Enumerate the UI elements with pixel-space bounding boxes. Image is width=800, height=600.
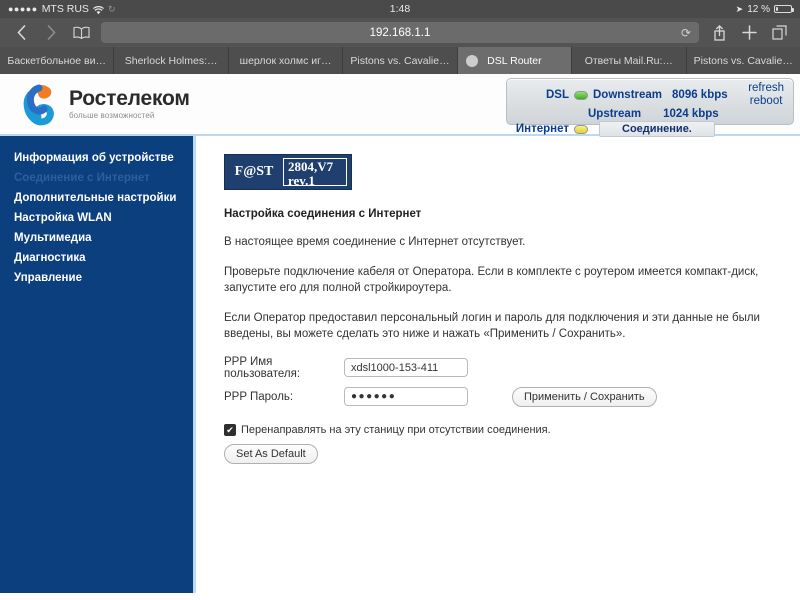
tab-label: Sherlock Holmes:… [124,54,218,67]
router-page: Ростелеком больше возможностей DSL Downs… [0,74,800,595]
model-badge: F@ST 2804,V7 rev.1 [224,154,352,190]
browser-tab-active[interactable]: close-icon DSL Router [457,47,573,74]
downstream-label: Downstream [593,89,663,101]
credentials-form: PPP Имя пользователя: PPP Пароль: ●●●●●●… [224,356,782,408]
tab-label: Баскетбольное ви… [7,54,106,67]
credentials-paragraph: Если Оператор предоставил персональный л… [224,312,760,340]
sidebar-item-advanced-settings[interactable]: Дополнительные настройки [14,188,193,208]
upstream-label: Upstream [588,108,642,120]
router-header: Ростелеком больше возможностей DSL Downs… [0,74,800,137]
browser-toolbar: 192.168.1.1 ⟳ [0,18,800,47]
dsl-led-icon [574,90,588,100]
set-as-default-button[interactable]: Set As Default [224,444,318,464]
back-button[interactable] [7,21,35,45]
upstream-value: 1024 kbps [663,108,719,120]
brand-text: Ростелеком больше возможностей [69,88,190,120]
brand-tagline: больше возможностей [69,111,155,120]
browser-tab[interactable]: Ответы Mail.Ru:… [572,47,687,74]
redirect-checkbox-row: ✔ Перенаправлять на эту станицу при отсу… [224,424,782,436]
sidebar-item-diagnostics[interactable]: Диагностика [14,248,193,268]
battery-percent-label: 12 % [747,3,770,15]
username-label: PPP Имя пользователя: [224,355,301,380]
instructions-paragraph: Проверьте подключение кабеля от Оператор… [224,266,759,294]
url-text: 192.168.1.1 [369,26,431,39]
tab-strip: Баскетбольное ви… Sherlock Holmes:… шерл… [0,47,800,74]
forward-button[interactable] [37,21,65,45]
redirect-checkbox-label: Перенаправлять на эту станицу при отсутс… [241,424,551,436]
tab-label: DSL Router [487,54,542,67]
browser-tab[interactable]: Баскетбольное ви… [0,47,115,74]
clock-label: 1:48 [389,3,411,15]
internet-led-icon [574,124,588,134]
username-row: PPP Имя пользователя: [224,355,782,380]
internet-label: Интернет [515,123,569,135]
connection-status-badge: Соединение. [599,121,715,137]
sidebar-item-internet-connection[interactable]: Соединение с Интернет [14,168,193,188]
dsl-status-row: DSL Downstream 8096 kbps refresh reboot [507,79,793,108]
password-label: PPP Пароль: [224,390,294,403]
redirect-checkbox[interactable]: ✔ [224,424,236,436]
status-bar-right: ➤ 12 % [736,4,800,15]
reboot-button[interactable]: reboot [748,95,784,108]
password-row: PPP Пароль: ●●●●●● Применить / Сохранить [224,385,782,408]
brand-name: Ростелеком [69,87,190,110]
status-paragraph: В настоящее время соединение с Интернет … [224,236,526,248]
main-content: F@ST 2804,V7 rev.1 Настройка соединения … [196,136,800,593]
tab-label: шерлок холмс иг… [239,54,332,67]
sidebar-item-multimedia[interactable]: Мультимедиа [14,228,193,248]
close-icon[interactable]: close-icon [465,54,478,67]
downstream-value: 8096 kbps [672,89,728,101]
share-button[interactable] [705,21,733,45]
internet-status-row: Интернет Соединение. [507,121,793,137]
browser-tab[interactable]: Pistons vs. Cavalie… [687,47,800,74]
sidebar-item-wlan-setup[interactable]: Настройка WLAN [14,208,193,228]
browser-tab[interactable]: Pistons vs. Cavalie… [343,47,458,74]
browser-tab[interactable]: Sherlock Holmes:… [114,47,229,74]
sidebar-nav: Информация об устройстве Соединение с Ин… [0,136,196,593]
page-title: Настройка соединения с Интернет [224,208,422,220]
rostelecom-logo-icon [22,81,62,127]
tab-label: Pistons vs. Cavalie… [350,54,450,67]
dsl-label: DSL [546,89,569,101]
model-number-label: 2804,V7 [288,159,334,174]
show-tabs-button[interactable] [765,21,793,45]
tab-label: Pistons vs. Cavalie… [693,54,793,67]
brand-logo: Ростелеком больше возможностей [0,81,190,127]
panel-buttons: refresh reboot [748,82,793,108]
model-number-block: 2804,V7 rev.1 [283,158,347,188]
sidebar-item-management[interactable]: Управление [14,268,193,288]
browser-tab[interactable]: шерлок холмс иг… [229,47,344,74]
tab-label: Ответы Mail.Ru:… [584,54,673,67]
reload-icon[interactable]: ⟳ [681,26,691,40]
model-brand-label: F@ST [234,164,274,179]
battery-icon [774,5,794,13]
sidebar-item-device-info[interactable]: Информация об устройстве [14,148,193,168]
refresh-button[interactable]: refresh [748,82,784,95]
bookmarks-button[interactable] [67,21,95,45]
apply-save-button[interactable]: Применить / Сохранить [512,386,657,407]
connection-status-panel: DSL Downstream 8096 kbps refresh reboot … [506,78,794,137]
location-arrow-icon: ➤ [735,3,744,14]
new-tab-button[interactable] [735,21,763,45]
ios-status-bar: ●●●●● MTS RUS ↻ 1:48 ➤ 12 % [0,0,800,18]
page-body: Информация об устройстве Соединение с Ин… [0,136,800,593]
url-bar[interactable]: 192.168.1.1 ⟳ [101,22,699,43]
upstream-row: Upstream 1024 kbps [507,108,793,120]
ppp-password-input[interactable]: ●●●●●● [344,387,468,406]
ppp-username-input[interactable] [344,358,468,377]
model-revision-label: rev.1 [288,173,315,188]
